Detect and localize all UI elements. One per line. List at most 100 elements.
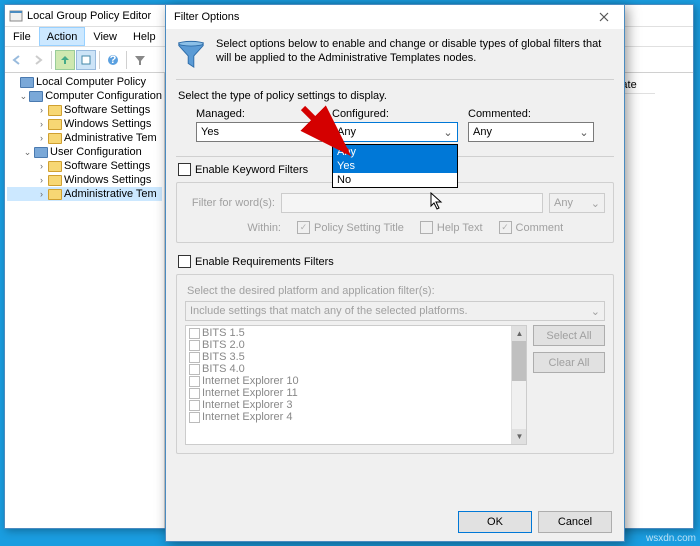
expand-icon[interactable]: › xyxy=(37,162,46,171)
gpedit-title: Local Group Policy Editor xyxy=(27,10,151,22)
expand-icon[interactable]: › xyxy=(37,120,46,129)
requirement-item: BITS 4.0 xyxy=(187,363,525,375)
close-button[interactable] xyxy=(588,7,620,27)
dialog-title: Filter Options xyxy=(174,11,239,23)
menu-action[interactable]: Action xyxy=(39,27,86,46)
commented-combo[interactable]: Any ⌄ xyxy=(468,122,594,142)
policy-icon xyxy=(20,77,34,88)
comp-icon xyxy=(29,91,43,102)
tree-label: Administrative Tem xyxy=(64,188,157,200)
tree-item[interactable]: ⌄ Computer Configuration xyxy=(7,89,162,103)
requirement-item: BITS 3.5 xyxy=(187,351,525,363)
dropdown-option-yes[interactable]: Yes xyxy=(333,159,457,173)
tree-label: Administrative Tem xyxy=(64,132,157,144)
tree-label: Windows Settings xyxy=(64,118,151,130)
folder-icon xyxy=(48,161,62,172)
ok-button[interactable]: OK xyxy=(458,511,532,533)
svg-text:?: ? xyxy=(110,54,117,66)
expand-icon[interactable]: › xyxy=(37,190,46,199)
configured-dropdown: Any Yes No xyxy=(332,144,458,188)
scroll-down-icon: ▼ xyxy=(512,429,527,444)
requirement-item: Internet Explorer 3 xyxy=(187,399,525,411)
tree-item[interactable]: › Administrative Tem xyxy=(7,187,162,201)
tb-fwd-icon[interactable] xyxy=(28,50,48,70)
tree-label: Software Settings xyxy=(64,160,150,172)
watermark: wsxdn.com xyxy=(646,533,696,544)
folder-icon xyxy=(48,175,62,186)
tb-back-icon[interactable] xyxy=(7,50,27,70)
expand-icon[interactable]: › xyxy=(37,134,46,143)
tree-item[interactable]: › Software Settings xyxy=(7,159,162,173)
folder-icon xyxy=(48,133,62,144)
managed-label: Managed: xyxy=(196,108,322,120)
requirement-item: Internet Explorer 4 xyxy=(187,411,525,423)
dropdown-option-no[interactable]: No xyxy=(333,173,457,187)
within-label: Within: xyxy=(205,222,281,234)
filter-words-label: Filter for word(s): xyxy=(185,197,275,209)
tree-item[interactable]: › Administrative Tem xyxy=(7,131,162,145)
configured-label: Configured: xyxy=(332,108,458,120)
expand-icon[interactable] xyxy=(9,78,18,87)
requirement-item: BITS 1.5 xyxy=(187,327,525,339)
menu-file[interactable]: File xyxy=(5,27,39,46)
chevron-down-icon: ⌄ xyxy=(577,126,591,139)
dropdown-option-any[interactable]: Any xyxy=(333,145,457,159)
tree-item[interactable]: › Software Settings xyxy=(7,103,162,117)
dialog-subtitle: Select the type of policy settings to di… xyxy=(166,82,624,106)
requirement-item: Internet Explorer 10 xyxy=(187,375,525,387)
policy-tree[interactable]: Local Computer Policy ⌄ Computer Configura… xyxy=(5,73,165,528)
expand-icon[interactable]: ⌄ xyxy=(20,92,28,101)
clear-all-button: Clear All xyxy=(533,352,605,373)
enable-keyword-checkbox[interactable] xyxy=(178,163,191,176)
dialog-description: Select options below to enable and chang… xyxy=(216,37,614,66)
enable-requirements-label: Enable Requirements Filters xyxy=(195,256,334,268)
scrollbar: ▲ ▼ xyxy=(511,326,526,444)
tb-filter-icon[interactable] xyxy=(130,50,150,70)
within-help-checkbox xyxy=(420,221,433,234)
gpedit-icon xyxy=(9,9,23,23)
chevron-down-icon: ⌄ xyxy=(305,126,319,139)
chevron-down-icon: ⌄ xyxy=(441,126,455,139)
requirements-combo: Include settings that match any of the s… xyxy=(185,301,605,321)
select-all-button: Select All xyxy=(533,325,605,346)
tree-item[interactable]: ⌄ User Configuration xyxy=(7,145,162,159)
managed-combo[interactable]: Yes ⌄ xyxy=(196,122,322,142)
cancel-button[interactable]: Cancel xyxy=(538,511,612,533)
expand-icon[interactable]: › xyxy=(37,106,46,115)
filter-match-combo: Any⌄ xyxy=(549,193,605,213)
tb-help-icon[interactable]: ? xyxy=(103,50,123,70)
folder-icon xyxy=(48,105,62,116)
menu-help[interactable]: Help xyxy=(125,27,164,46)
tree-item[interactable]: › Windows Settings xyxy=(7,173,162,187)
filter-options-dialog: Filter Options Select options below to e… xyxy=(165,4,625,542)
menu-view[interactable]: View xyxy=(85,27,125,46)
tree-item[interactable]: › Windows Settings xyxy=(7,117,162,131)
requirements-panel: Select the desired platform and applicat… xyxy=(176,274,614,454)
within-title-checkbox: ✓ xyxy=(297,221,310,234)
dialog-titlebar[interactable]: Filter Options xyxy=(166,5,624,29)
requirements-list: BITS 1.5BITS 2.0BITS 3.5BITS 4.0Internet… xyxy=(185,325,527,445)
enable-requirements-checkbox[interactable] xyxy=(178,255,191,268)
expand-icon[interactable]: ⌄ xyxy=(23,148,32,157)
expand-icon[interactable]: › xyxy=(37,176,46,185)
user-icon xyxy=(34,147,48,158)
scroll-up-icon: ▲ xyxy=(512,326,527,341)
configured-combo[interactable]: Any ⌄ xyxy=(332,122,458,142)
tree-label: User Configuration xyxy=(50,146,142,158)
tree-label: Computer Configuration xyxy=(45,90,162,102)
folder-icon xyxy=(48,119,62,130)
requirement-item: Internet Explorer 11 xyxy=(187,387,525,399)
tb-up-icon[interactable] xyxy=(55,50,75,70)
funnel-icon xyxy=(176,39,206,69)
tree-label: Software Settings xyxy=(64,104,150,116)
filter-words-input xyxy=(281,193,543,213)
close-icon xyxy=(599,12,609,22)
tree-item[interactable]: Local Computer Policy xyxy=(7,75,162,89)
keyword-panel: Filter for word(s): Any⌄ Within: ✓Policy… xyxy=(176,182,614,243)
tree-label: Windows Settings xyxy=(64,174,151,186)
within-comment-checkbox: ✓ xyxy=(499,221,512,234)
tb-props-icon[interactable] xyxy=(76,50,96,70)
requirement-item: BITS 2.0 xyxy=(187,339,525,351)
enable-keyword-label: Enable Keyword Filters xyxy=(195,164,308,176)
tree-label: Local Computer Policy xyxy=(36,76,146,88)
